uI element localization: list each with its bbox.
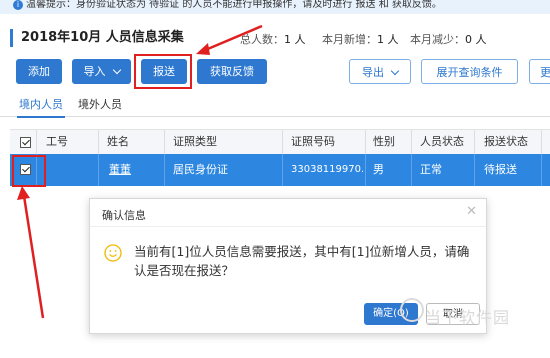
annotation-arrowhead-submit bbox=[196, 43, 210, 55]
annotation-arrows bbox=[17, 24, 263, 319]
annotation-arrow-submit bbox=[202, 24, 263, 53]
annotation-arrowhead-checkbox bbox=[17, 186, 30, 200]
annotation-arrow-checkbox bbox=[22, 195, 45, 319]
